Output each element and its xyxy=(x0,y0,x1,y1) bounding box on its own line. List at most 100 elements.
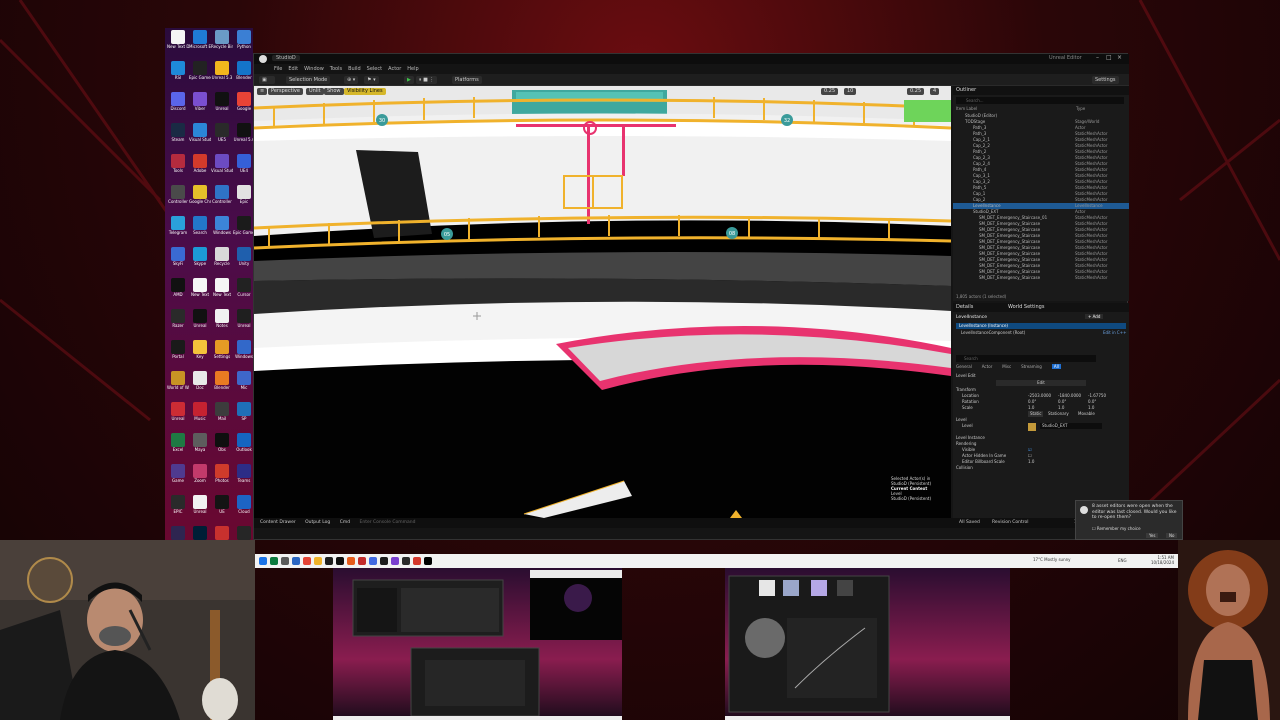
menu-item[interactable]: Window xyxy=(304,66,324,72)
desktop-icon[interactable]: Discord xyxy=(167,92,189,120)
outliner-row[interactable]: SM_DET_Emergency_Staircase StaticMeshActo… xyxy=(953,275,1129,281)
weather-widget[interactable]: 17°C Mostly sunny xyxy=(1033,557,1071,562)
desktop-icon[interactable]: New Text Document xyxy=(167,30,189,58)
desktop-icon[interactable]: Cursor xyxy=(233,278,255,306)
output-log-button[interactable]: Output Log xyxy=(305,520,330,525)
desktop-icon[interactable]: Epic Games xyxy=(189,61,211,89)
desktop-icon[interactable]: Zoom xyxy=(189,464,211,492)
desktop-icon[interactable]: Microsoft Edge xyxy=(189,30,211,58)
yes-button[interactable]: Yes xyxy=(1146,533,1159,538)
desktop-icon[interactable]: Controller xyxy=(167,185,189,213)
desktop-icon[interactable]: Epic Games xyxy=(233,216,255,244)
desktop-icon[interactable]: Google Chrome xyxy=(189,185,211,213)
desktop-icon[interactable]: Controller xyxy=(211,185,233,213)
desktop-icon[interactable]: Visual Studio xyxy=(211,154,233,182)
desktop-icon[interactable]: Google xyxy=(233,92,255,120)
settings-button[interactable]: Settings xyxy=(1092,76,1119,84)
details-filter-tab[interactable]: General xyxy=(956,364,972,369)
desktop-icon[interactable]: EPIC xyxy=(167,495,189,523)
desktop-icon[interactable]: Obs xyxy=(211,433,233,461)
desktop-icon[interactable]: Tools xyxy=(167,154,189,182)
rotation-label[interactable]: Rotation xyxy=(962,399,979,404)
menu-item[interactable]: Build xyxy=(348,66,361,72)
taskbar-app-icon[interactable] xyxy=(259,557,267,565)
column-label[interactable]: Item Label xyxy=(956,106,977,111)
desktop-icon[interactable]: Adobe xyxy=(189,154,211,182)
menu-item[interactable]: File xyxy=(274,66,282,72)
details-filter-tab[interactable]: Actor xyxy=(982,364,993,369)
mobility-static[interactable]: Static xyxy=(1028,411,1044,417)
taskbar-app-icon[interactable] xyxy=(380,557,388,565)
desktop-icon[interactable]: Teams xyxy=(233,464,255,492)
add-component-button[interactable]: + Add xyxy=(1085,314,1104,319)
no-button[interactable]: No xyxy=(1166,533,1178,538)
mobility-movable[interactable]: Movable xyxy=(1078,411,1095,417)
desktop-icon[interactable]: Steam xyxy=(167,123,189,151)
play-options-icon[interactable]: ⏸ ■ ⋮ xyxy=(416,76,438,84)
desktop-icon[interactable]: Cloud xyxy=(233,495,255,523)
desktop-icon[interactable]: Music xyxy=(189,402,211,430)
outliner-title[interactable]: Outliner xyxy=(953,86,1129,95)
taskbar-app-icon[interactable] xyxy=(336,557,344,565)
taskbar-app-icon[interactable] xyxy=(292,557,300,565)
menu-item[interactable]: Tools xyxy=(330,66,342,72)
section-level-edit[interactable]: Level Edit xyxy=(956,373,1126,379)
desktop-icon[interactable]: Unreal xyxy=(189,495,211,523)
language-indicator[interactable]: ENG xyxy=(1118,558,1127,563)
desktop-icon[interactable]: UE4 xyxy=(233,154,255,182)
taskbar-app-icon[interactable] xyxy=(391,557,399,565)
menu-item[interactable]: Edit xyxy=(288,66,298,72)
rotation-snap-value[interactable]: 10 xyxy=(844,88,857,95)
desktop-icon[interactable]: Unreal xyxy=(233,309,255,337)
desktop-icon[interactable]: Blender xyxy=(233,61,255,89)
remember-choice-checkbox[interactable]: ☐ Remember my choice xyxy=(1092,526,1141,531)
menu-item[interactable]: Select xyxy=(367,66,382,72)
camera-speed-value[interactable]: 4 xyxy=(930,88,940,95)
minimize-icon[interactable]: – xyxy=(1096,54,1099,61)
taskbar-app-icon[interactable] xyxy=(270,557,278,565)
scale-label[interactable]: Scale xyxy=(962,405,973,410)
taskbar-app-icon[interactable] xyxy=(358,557,366,565)
revision-control-button[interactable]: Revision Control xyxy=(992,518,1029,528)
tab-details[interactable]: Details xyxy=(956,304,973,310)
desktop-icon[interactable]: Epic xyxy=(233,185,255,213)
section-collision[interactable]: Collision xyxy=(956,465,1126,471)
desktop-icon[interactable]: Unity xyxy=(233,247,255,275)
desktop-icon[interactable]: Settings xyxy=(211,340,233,368)
component-root[interactable]: LevelInstance (Instance) xyxy=(956,323,1126,329)
desktop-icon[interactable]: Unreal xyxy=(211,92,233,120)
desktop-icon[interactable]: Viber xyxy=(189,92,211,120)
menu-item[interactable]: Actor xyxy=(388,66,401,72)
desktop-icon[interactable]: UE5 xyxy=(211,123,233,151)
desktop-icon[interactable]: Excel xyxy=(167,433,189,461)
visibility-lines-button[interactable]: Visibility Lines xyxy=(344,88,386,95)
component-child[interactable]: LevelInstanceComponent (Root) xyxy=(961,330,1025,335)
desktop-icon[interactable]: Portal xyxy=(167,340,189,368)
mobility-stationary[interactable]: Stationary xyxy=(1048,411,1069,417)
clock[interactable]: 1:51 AM 10/18/2024 xyxy=(1151,555,1174,565)
details-filter-tab[interactable]: Streaming xyxy=(1021,364,1042,369)
selection-mode-button[interactable]: Selection Mode xyxy=(286,76,331,84)
desktop-icon[interactable]: Doc xyxy=(189,371,211,399)
desktop-icon[interactable]: Telegram xyxy=(167,216,189,244)
outliner-search-input[interactable]: Search... xyxy=(956,97,1124,104)
taskbar-app-icon[interactable] xyxy=(314,557,322,565)
desktop-icon[interactable]: Skype xyxy=(189,247,211,275)
taskbar-app-icon[interactable] xyxy=(303,557,311,565)
desktop-icon[interactable]: New Text xyxy=(189,278,211,306)
desktop-icon[interactable]: Windows xyxy=(211,216,233,244)
taskbar-app-icon[interactable] xyxy=(369,557,377,565)
desktop-icon[interactable]: Maya xyxy=(189,433,211,461)
desktop-icon[interactable]: Photos xyxy=(211,464,233,492)
desktop-icon[interactable]: Mic xyxy=(233,371,255,399)
desktop-icon[interactable]: Notes xyxy=(211,309,233,337)
desktop-icon[interactable]: AMD xyxy=(167,278,189,306)
close-icon[interactable]: × xyxy=(1117,54,1122,61)
billboard-value[interactable]: 1.0 xyxy=(1028,459,1034,465)
desktop-icon[interactable]: Recycle xyxy=(211,247,233,275)
taskbar-app-icon[interactable] xyxy=(424,557,432,565)
platforms-button[interactable]: Platforms xyxy=(452,76,482,84)
level-asset-picker[interactable]: StudioD_EXT xyxy=(1040,423,1102,429)
details-search-input[interactable]: Search xyxy=(956,355,1096,362)
desktop-icon[interactable]: Search xyxy=(189,216,211,244)
